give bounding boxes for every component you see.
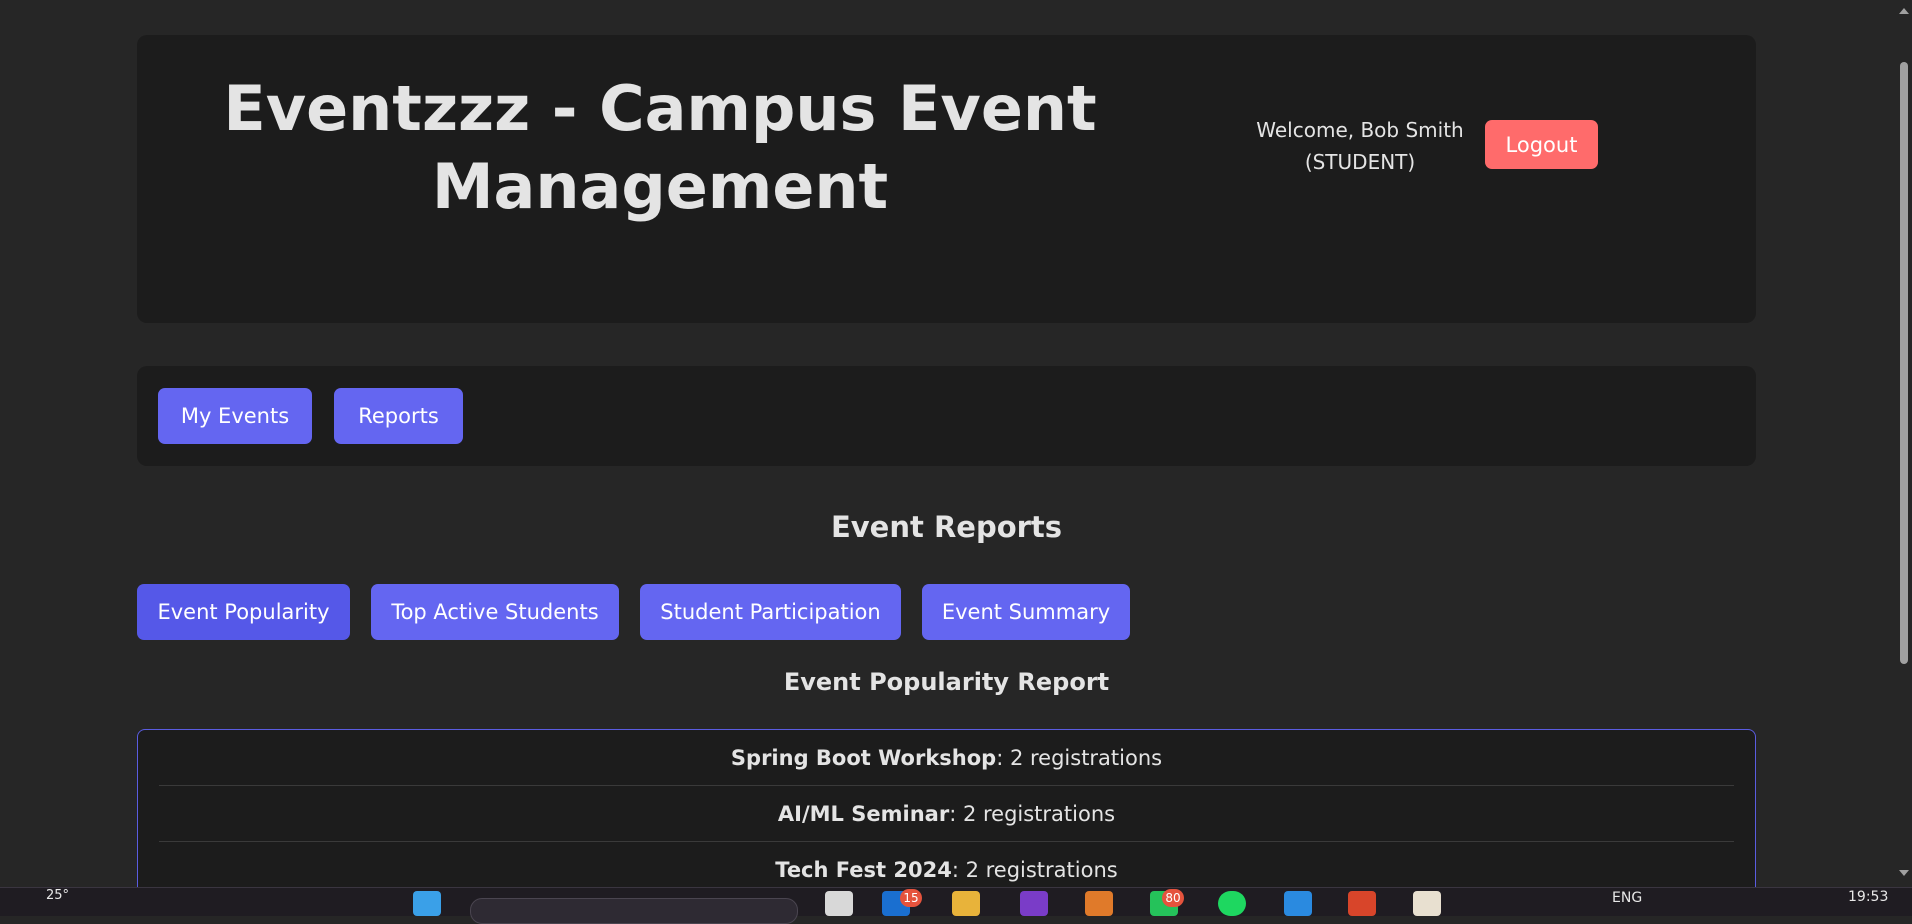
weather-text[interactable]: 25° bbox=[46, 888, 69, 903]
nav-reports-button[interactable]: Reports bbox=[334, 388, 463, 444]
report-list: Spring Boot Workshop: 2 registrations AI… bbox=[137, 729, 1756, 887]
tab-top-active-students[interactable]: Top Active Students bbox=[371, 584, 619, 640]
scroll-down-icon[interactable] bbox=[1899, 870, 1909, 876]
scroll-thumb[interactable] bbox=[1900, 62, 1908, 664]
scroll-up-icon[interactable] bbox=[1899, 8, 1909, 14]
browser-icon[interactable] bbox=[1348, 891, 1376, 916]
notes-icon[interactable] bbox=[1413, 891, 1441, 916]
report-title: Event Popularity Report bbox=[783, 668, 1110, 696]
main-nav: My Events Reports bbox=[137, 366, 1756, 466]
tab-student-participation[interactable]: Student Participation bbox=[640, 584, 901, 640]
app-title: Eventzzz - Campus Event Management bbox=[223, 72, 1097, 223]
outlook-badge: 15 bbox=[900, 889, 922, 907]
taskbar-search-input[interactable] bbox=[470, 898, 798, 924]
folder-icon[interactable] bbox=[952, 891, 980, 916]
event-reports-heading: Event Reports bbox=[830, 510, 1063, 544]
taskbar: 25° 15 80 ENG 19:53 bbox=[0, 887, 1912, 924]
registration-count: : 2 registrations bbox=[951, 857, 1118, 882]
welcome-name: Welcome, Bob Smith bbox=[1256, 118, 1464, 142]
list-item: Tech Fest 2024: 2 registrations bbox=[159, 842, 1734, 887]
event-name: Tech Fest 2024 bbox=[775, 857, 952, 882]
tab-event-summary[interactable]: Event Summary bbox=[922, 584, 1130, 640]
app-page: Eventzzz - Campus Event Management Welco… bbox=[0, 0, 1895, 887]
event-name: AI/ML Seminar bbox=[777, 801, 950, 826]
logout-button[interactable]: Logout bbox=[1485, 120, 1598, 169]
registration-count: : 2 registrations bbox=[996, 745, 1163, 770]
vscode-icon[interactable] bbox=[1284, 891, 1312, 916]
ide-icon[interactable] bbox=[1020, 891, 1048, 916]
tab-event-popularity[interactable]: Event Popularity bbox=[137, 584, 350, 640]
list-item: AI/ML Seminar: 2 registrations bbox=[159, 786, 1734, 842]
event-name: Spring Boot Workshop bbox=[730, 745, 997, 770]
nav-my-events-button[interactable]: My Events bbox=[158, 388, 312, 444]
welcome-text: Welcome, Bob Smith (STUDENT) bbox=[1200, 114, 1520, 178]
spotify-icon[interactable] bbox=[1218, 891, 1246, 916]
file-icon[interactable] bbox=[825, 891, 853, 916]
windows-start-icon[interactable] bbox=[413, 891, 441, 916]
whatsapp-icon[interactable]: 80 bbox=[1150, 889, 1184, 916]
welcome-role: (STUDENT) bbox=[1304, 150, 1416, 174]
whatsapp-badge: 80 bbox=[1162, 889, 1184, 907]
registration-count: : 2 registrations bbox=[949, 801, 1116, 826]
clock-time[interactable]: 19:53 bbox=[1848, 889, 1888, 905]
language-indicator[interactable]: ENG bbox=[1612, 890, 1642, 906]
outlook-icon[interactable]: 15 bbox=[882, 889, 922, 916]
paint-icon[interactable] bbox=[1085, 891, 1113, 916]
list-item: Spring Boot Workshop: 2 registrations bbox=[159, 730, 1734, 786]
page-scrollbar[interactable] bbox=[1895, 0, 1912, 887]
